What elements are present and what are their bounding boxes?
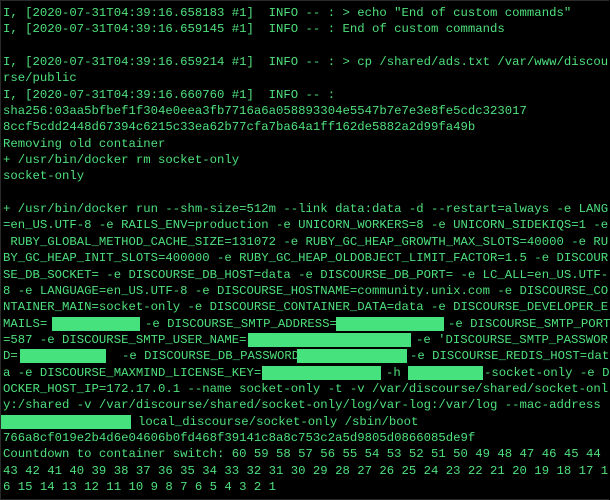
redaction-block [1,414,131,429]
terminal-window[interactable]: I, [2020-07-31T04:39:16.658183 #1] INFO … [0,0,610,500]
terminal-line: =en_US.UTF-8 -e RAILS_ENV=production -e … [3,218,609,233]
terminal-line: 8ccf5cdd2448d67394c6215c33ea62b77cfa7ba6… [3,120,476,135]
terminal-line: OCKER_HOST_IP=172.17.0.1 --name socket-o… [3,381,609,396]
terminal-text: -e DISCOURSE_DB_PASSWORD= [122,349,307,364]
terminal-line: =587 -e DISCOURSE_SMTP_USER_NAME= -e 'DI… [3,332,609,348]
terminal-line: Countdown to container switch: 60 59 58 … [3,447,601,462]
terminal-text: -e 'DISCOURSE_SMTP_PASSWOR [416,332,608,347]
terminal-text: -e DISCOURSE_SMTP_PORT [448,316,610,331]
terminal-text: local_discourse/socket-only /sbin/boot [138,414,419,429]
redaction-block [52,316,140,331]
terminal-line: Removing old container [3,136,166,151]
terminal-text: -e DISCOURSE_REDIS_HOST=dat [410,349,610,364]
terminal-line: 43 42 41 40 39 38 37 36 35 34 33 32 31 3… [3,463,609,478]
terminal-text: -e DISCOURSE_SMTP_ADDRESS= [145,316,337,331]
terminal-output: I, [2020-07-31T04:39:16.658183 #1] INFO … [1,5,610,495]
terminal-line: I, [2020-07-31T04:39:16.659145 #1] INFO … [3,22,505,37]
terminal-line: a -e DISCOURSE_MAXMIND_LICENSE_KEY= -h -… [3,365,609,381]
redaction-block [297,349,407,364]
terminal-line: I, [2020-07-31T04:39:16.658183 #1] INFO … [3,6,572,20]
terminal-text: -h [386,365,401,380]
terminal-line: sha256:03aa5bfbef1f304e0eea3fb7716a6a058… [3,104,527,119]
terminal-line: NTAINER_MAIN=socket-only -e DISCOURSE_CO… [3,300,609,315]
terminal-line: BY_GC_HEAP_INIT_SLOTS=400000 -e RUBY_GC_… [3,251,609,266]
terminal-line: MAILS= -e DISCOURSE_SMTP_ADDRESS= -e DIS… [3,316,610,332]
terminal-line: rse/public [3,71,77,86]
terminal-line: + /usr/bin/docker rm socket-only [3,153,240,168]
redaction-block [336,316,444,331]
terminal-line: 6 15 14 13 12 11 10 9 8 7 6 5 4 3 2 1 [3,479,277,494]
terminal-line: + /usr/bin/docker run --shm-size=512m --… [3,202,609,217]
terminal-line: I, [2020-07-31T04:39:16.660760 #1] INFO … [3,87,336,102]
terminal-line: SE_DB_SOCKET= -e DISCOURSE_DB_HOST=data … [3,267,609,282]
terminal-line: I, [2020-07-31T04:39:16.659214 #1] INFO … [3,55,609,70]
redaction-block [262,365,381,380]
terminal-text: -socket-only -e D [484,365,610,380]
terminal-line: socket-only [3,169,85,184]
terminal-line: RUBY_GLOBAL_METHOD_CACHE_SIZE=131072 -e … [3,234,609,249]
terminal-text: D= [3,349,18,364]
redaction-block [248,332,411,347]
terminal-line: 8 -e LANGUAGE=en_US.UTF-8 -e DISCOURSE_H… [3,283,609,298]
terminal-line: local_discourse/socket-only /sbin/boot [1,414,609,430]
terminal-line: 766a8cf019e2b4d6e04606b0fd468f39141c8a8c… [3,430,476,445]
terminal-text: MAILS= [3,316,48,331]
terminal-line: y:/shared -v /var/discourse/shared/socke… [3,398,601,413]
redaction-block [20,349,106,364]
terminal-text: =587 -e DISCOURSE_SMTP_USER_NAME= [3,332,247,347]
redaction-block [408,365,483,380]
terminal-text: a -e DISCOURSE_MAXMIND_LICENSE_KEY= [3,365,262,380]
terminal-line: D= -e DISCOURSE_DB_PASSWORD= -e DISCOURS… [3,348,609,364]
